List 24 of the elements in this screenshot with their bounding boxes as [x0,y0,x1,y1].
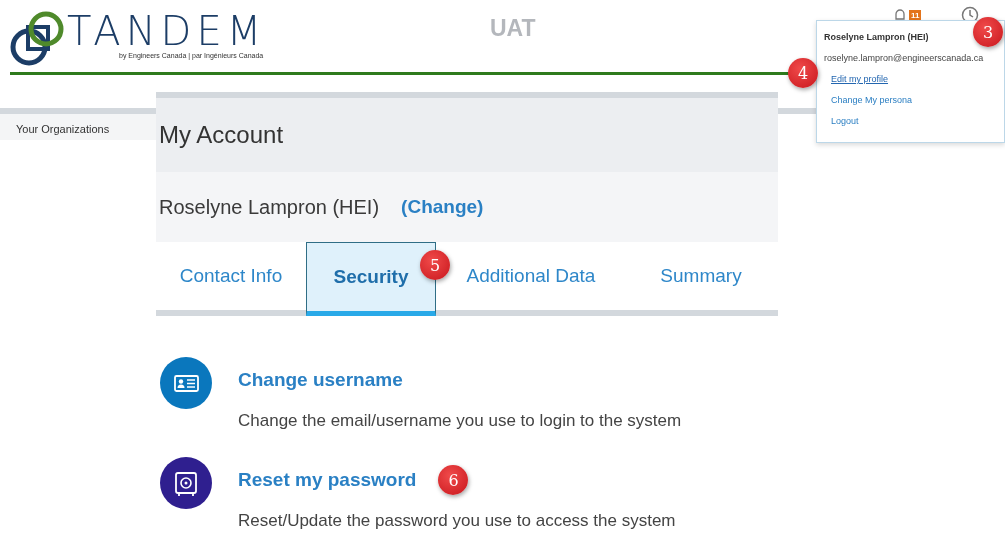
notification-count: 11 [909,9,922,21]
menu-link[interactable]: Logout [831,116,859,137]
step-number-badge: 6 [438,465,469,495]
step-number-badge: 5 [420,250,450,280]
menu-link[interactable]: Change My persona [831,95,913,116]
change-link[interactable]: (Change) [401,196,484,218]
user-email: roselyne.lampron@engineerscanada.ca [824,53,985,65]
sidebar-item[interactable]: Your Organizations [16,123,110,135]
environment-label: UAT [490,15,536,42]
tab[interactable]: Contact Info [156,242,306,310]
option-title[interactable]: Reset my password [238,469,417,490]
logo-title: TANDEM [67,10,267,52]
safe-icon [160,457,212,509]
option-title[interactable]: Change username [238,369,403,390]
bell-icon[interactable] [895,8,905,22]
account-user-name: Roselyne Lampron (HEI) [159,195,380,219]
page-title: My Account [159,121,284,149]
logo-icon [10,10,65,66]
step-number-badge: 4 [788,58,818,88]
menu-link[interactable]: Edit my profile [831,74,889,95]
option-description: Reset/Update the password you use to access the system [238,511,676,531]
tab[interactable]: Summary [626,242,776,310]
option-description: Change the email/username you use to login to the system [238,411,682,431]
id-card-icon [160,357,212,409]
